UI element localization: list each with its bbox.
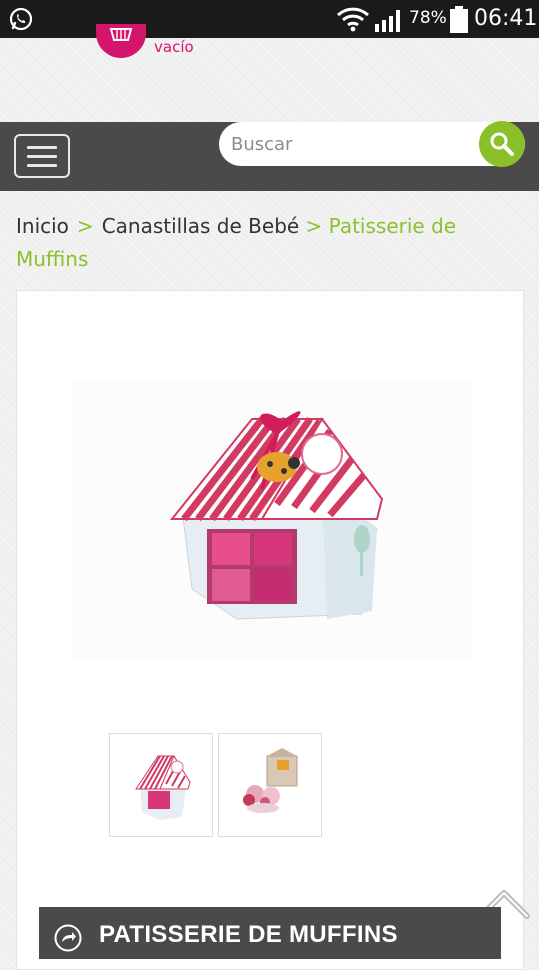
breadcrumb-home[interactable]: Inicio — [16, 214, 69, 238]
product-title: PATISSERIE DE MUFFINS — [99, 921, 398, 948]
nav-bar — [0, 121, 539, 191]
battery-icon — [450, 6, 468, 33]
breadcrumb-separator: > — [305, 214, 323, 238]
breadcrumb-separator: > — [76, 214, 94, 238]
search-icon — [490, 132, 514, 156]
product-title-bar: PATISSERIE DE MUFFINS — [39, 907, 501, 959]
product-card — [16, 290, 524, 970]
cart-status[interactable]: vacío — [154, 38, 194, 56]
battery-percent: 78% — [409, 8, 447, 28]
search-button[interactable] — [479, 121, 525, 167]
product-thumbnail[interactable] — [218, 733, 322, 837]
search-input[interactable] — [229, 128, 473, 160]
product-main-image[interactable] — [72, 379, 472, 659]
clock: 06:41 — [474, 6, 538, 31]
breadcrumb: Inicio > Canastillas de Bebé > Patisserie … — [16, 210, 516, 276]
product-thumbnail[interactable] — [109, 733, 213, 837]
arrow-right-circle-icon — [54, 924, 82, 952]
site-header: vacío — [0, 24, 539, 122]
breadcrumb-category[interactable]: Canastillas de Bebé — [102, 214, 300, 238]
cart-icon[interactable] — [96, 24, 146, 58]
status-bar: 78% 06:41 — [0, 0, 539, 38]
signal-icon — [374, 7, 404, 33]
menu-button[interactable] — [14, 134, 70, 178]
menu-icon-bar — [27, 155, 57, 158]
menu-icon-bar — [27, 164, 57, 167]
menu-icon-bar — [27, 146, 57, 149]
wifi-icon — [336, 6, 370, 32]
whatsapp-icon — [8, 6, 34, 32]
